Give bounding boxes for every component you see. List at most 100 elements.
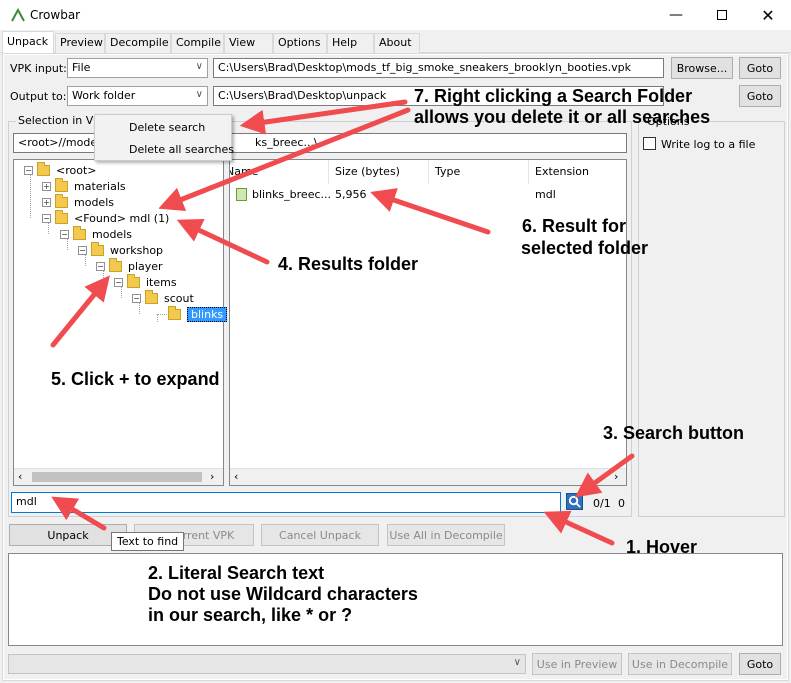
tree-item-label: items xyxy=(146,275,177,289)
scroll-right-icon[interactable]: › xyxy=(210,470,214,483)
window-title: Crowbar xyxy=(30,8,81,22)
tab-help[interactable]: Help xyxy=(327,33,374,53)
folder-icon xyxy=(55,193,68,208)
column-header-type[interactable]: Type xyxy=(429,160,529,184)
tree-item-label: <root> xyxy=(56,163,97,177)
annotation-7-line2: allows you delete it or all searches xyxy=(414,107,711,127)
tab-decompile[interactable]: Decompile xyxy=(105,33,171,53)
tree-item-scout[interactable]: − scout xyxy=(132,289,194,306)
close-icon: ✕ xyxy=(761,5,775,25)
chevron-down-icon: ∨ xyxy=(195,61,203,72)
column-header-extension[interactable]: Extension xyxy=(529,160,626,184)
annotation-6-line1: 6. Result for xyxy=(522,216,627,236)
selection-list-path[interactable]: ks_breec...\ xyxy=(228,133,627,153)
chevron-down-icon: ∨ xyxy=(195,89,203,100)
row-name: blinks_breec... xyxy=(252,188,332,201)
collapse-icon[interactable]: − xyxy=(42,213,51,223)
output-files-combo[interactable]: ∨ xyxy=(8,654,526,674)
scroll-left-icon[interactable]: ‹ xyxy=(234,470,238,483)
folder-icon xyxy=(91,241,104,256)
row-extension: mdl xyxy=(535,188,556,201)
column-header-size[interactable]: Size (bytes) xyxy=(329,160,429,184)
folder-icon xyxy=(37,161,50,176)
tree-item-label: materials xyxy=(74,179,126,193)
tree-item-blinks[interactable]: blinks xyxy=(168,305,228,322)
scroll-right-icon[interactable]: › xyxy=(614,470,618,483)
list-horizontal-scrollbar[interactable]: ‹ › xyxy=(230,468,626,485)
search-button[interactable] xyxy=(566,493,583,510)
expand-icon[interactable]: + xyxy=(42,197,51,207)
tree-item-label: <Found> mdl (1) xyxy=(74,211,170,225)
bottom-goto-button[interactable]: Goto xyxy=(739,653,781,675)
close-button[interactable]: ✕ xyxy=(745,0,791,30)
crowbar-logo-icon xyxy=(11,7,25,22)
tab-compile[interactable]: Compile xyxy=(171,33,224,53)
vpk-goto-button[interactable]: Goto xyxy=(739,57,781,79)
tab-preview[interactable]: Preview xyxy=(55,33,105,53)
tab-options[interactable]: Options xyxy=(273,33,327,53)
collapse-icon[interactable]: − xyxy=(132,293,141,303)
annotation-5: 5. Click + to expand xyxy=(51,369,220,389)
file-list-view[interactable]: Name Size (bytes) Type Extension blinks_… xyxy=(229,159,627,486)
collapse-icon[interactable]: − xyxy=(60,229,69,239)
use-in-decompile-button[interactable]: Use in Decompile xyxy=(628,653,732,675)
tab-view[interactable]: View xyxy=(224,33,273,53)
output-to-combo[interactable]: Work folder ∨ xyxy=(67,86,208,106)
table-row[interactable]: blinks_breec... 5,956 mdl xyxy=(230,186,626,204)
minimize-button[interactable]: — xyxy=(653,0,699,30)
maximize-icon xyxy=(717,10,727,20)
menu-item-delete-search[interactable]: Delete search xyxy=(129,121,205,134)
vpk-input-label: VPK input: xyxy=(10,62,67,75)
use-in-preview-button[interactable]: Use in Preview xyxy=(532,653,622,675)
write-log-checkbox[interactable] xyxy=(643,137,656,150)
model-file-icon xyxy=(236,188,247,201)
collapse-icon[interactable]: − xyxy=(96,261,105,271)
tree-item-models[interactable]: + models xyxy=(42,193,114,210)
title-bar: Crowbar — ✕ xyxy=(0,0,791,30)
use-all-in-decompile-button[interactable]: Use All in Decompile xyxy=(387,524,505,546)
folder-icon xyxy=(168,305,181,320)
collapse-icon[interactable]: − xyxy=(114,277,123,287)
annotation-2-line1: 2. Literal Search text xyxy=(148,563,325,583)
tree-item-materials[interactable]: + materials xyxy=(42,177,126,194)
search-input[interactable]: mdl xyxy=(11,492,561,513)
tab-about[interactable]: About xyxy=(374,33,420,53)
cancel-unpack-button[interactable]: Cancel Unpack xyxy=(261,524,379,546)
tree-item-player[interactable]: − player xyxy=(96,257,163,274)
annotation-4: 4. Results folder xyxy=(278,254,419,274)
tree-view[interactable]: − <root> + materials + models − <Found> … xyxy=(13,159,228,486)
vpk-path-field[interactable]: C:\Users\Brad\Desktop\mods_tf_big_smoke_… xyxy=(213,58,664,78)
maximize-button[interactable] xyxy=(699,0,745,30)
output-to-label: Output to: xyxy=(10,90,67,103)
browse-button[interactable]: Browse... xyxy=(671,57,733,79)
scroll-thumb[interactable] xyxy=(32,472,202,482)
write-log-label: Write log to a file xyxy=(661,138,756,151)
annotation-2-line2: Do not use Wildcard characters xyxy=(148,584,418,604)
tree-item-label: models xyxy=(74,195,114,209)
output-combo-value: Work folder xyxy=(72,89,136,102)
tree-item-label: blinks xyxy=(187,306,228,322)
annotation-6-line2: selected folder xyxy=(521,238,649,258)
unpack-button[interactable]: Unpack xyxy=(9,524,127,546)
tree-item-items[interactable]: − items xyxy=(114,273,177,290)
folder-icon xyxy=(109,257,122,272)
tree-item-found-models[interactable]: − models xyxy=(60,225,132,242)
collapse-icon[interactable]: − xyxy=(78,245,87,255)
tree-item-root[interactable]: − <root> xyxy=(24,161,97,178)
menu-item-delete-all-searches[interactable]: Delete all searches xyxy=(129,143,234,156)
search-icon xyxy=(568,495,581,508)
annotation-1: 1. Hover xyxy=(626,537,698,557)
output-goto-button[interactable]: Goto xyxy=(739,85,781,107)
scroll-left-icon[interactable]: ‹ xyxy=(18,470,22,483)
vpk-input-combo[interactable]: File ∨ xyxy=(67,58,208,78)
tab-unpack[interactable]: Unpack xyxy=(2,31,54,54)
expand-icon[interactable]: + xyxy=(42,181,51,191)
tree-horizontal-scrollbar[interactable]: ‹ › xyxy=(14,468,223,485)
tree-item-label: models xyxy=(92,227,132,241)
tree-item-workshop[interactable]: − workshop xyxy=(78,241,163,258)
column-header-name[interactable]: Name xyxy=(230,160,329,184)
annotation-3: 3. Search button xyxy=(603,423,745,443)
collapse-icon[interactable]: − xyxy=(24,165,33,175)
options-groupbox xyxy=(638,121,785,517)
tree-item-found-mdl[interactable]: − <Found> mdl (1) xyxy=(42,209,170,226)
